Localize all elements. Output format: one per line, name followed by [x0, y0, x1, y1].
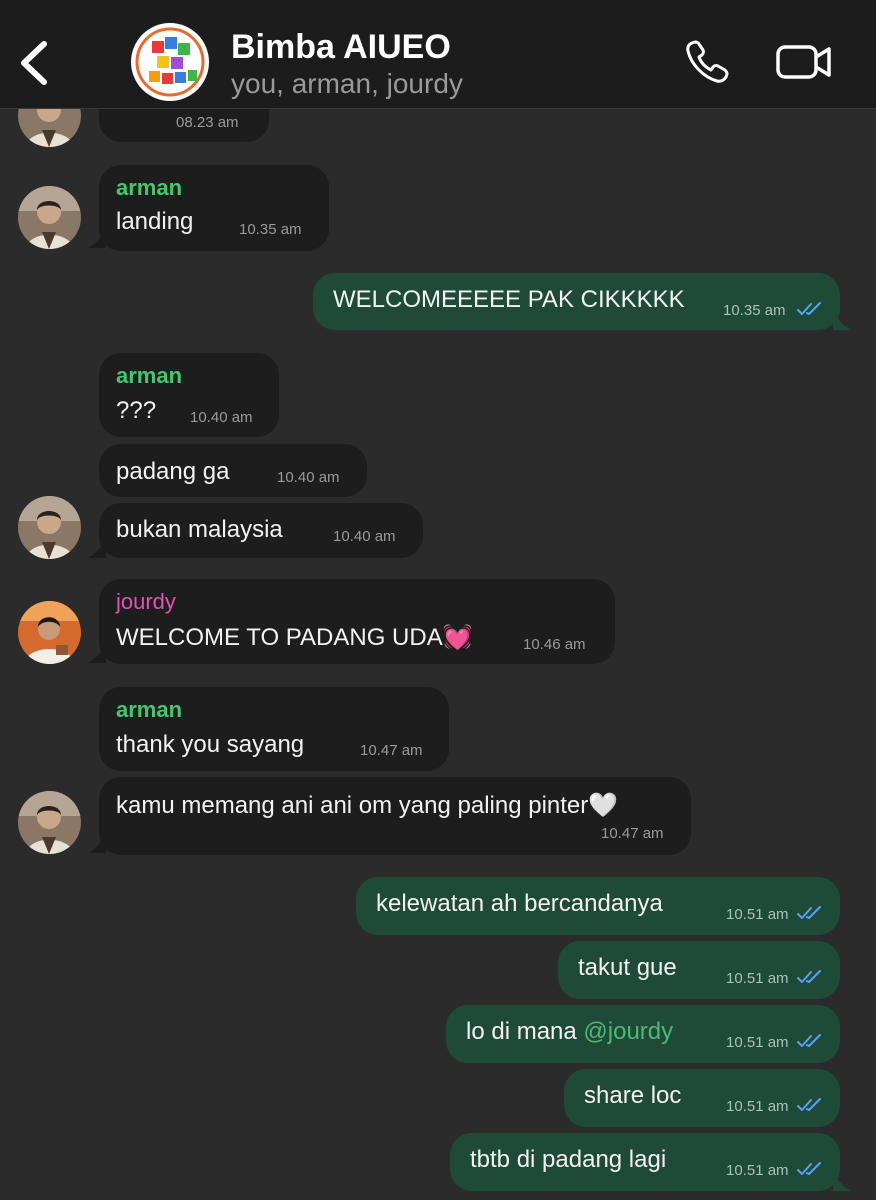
read-ticks-icon [797, 970, 821, 983]
read-ticks-icon [797, 1034, 821, 1047]
message-text: tbtb di padang lagi [470, 1146, 667, 1173]
mention-link[interactable]: @jourdy [583, 1018, 673, 1045]
message-bubble-13[interactable]: share loc 10.51 am [564, 1069, 840, 1127]
message-text: lo di mana @jourdy [466, 1018, 673, 1046]
message-bubble-14[interactable]: tbtb di padang lagi 10.51 am [450, 1133, 840, 1191]
message-bubble-3[interactable]: WELCOMEEEEE PAK CIKKKKK 10.35 am [313, 273, 840, 330]
avatar-arman[interactable] [18, 496, 81, 559]
message-text: padang ga [116, 458, 230, 485]
message-time: 10.51 am [726, 906, 789, 923]
chat-members[interactable]: you, arman, jourdy [231, 68, 463, 100]
message-bubble-11[interactable]: takut gue 10.51 am [558, 941, 840, 999]
message-time: 10.51 am [726, 1098, 789, 1115]
sender-name: arman [116, 175, 183, 200]
message-time: 10.46 am [523, 636, 586, 653]
avatar-arman[interactable] [18, 186, 81, 249]
message-text: share loc [584, 1082, 682, 1109]
message-time: 10.47 am [360, 742, 423, 759]
message-bubble-9[interactable]: kamu memang ani ani om yang paling pinte… [99, 777, 691, 855]
read-ticks-icon [797, 1162, 821, 1175]
message-text: takut gue [578, 954, 677, 981]
arman-avatar-icon [18, 496, 81, 559]
jourdy-avatar-icon [18, 601, 81, 664]
message-bubble-8[interactable]: arman thank you sayang 10.47 am [99, 687, 449, 771]
message-time: 08.23 am [176, 114, 239, 131]
message-text: WELCOMEEEEE PAK CIKKKKK [333, 286, 685, 313]
message-bubble-12[interactable]: lo di mana @jourdy 10.51 am [446, 1005, 840, 1063]
sender-name: arman [116, 363, 183, 388]
message-bubble-6[interactable]: bukan malaysia 10.40 am [99, 503, 423, 558]
message-bubble-5[interactable]: padang ga 10.40 am [99, 444, 367, 497]
message-time: 10.35 am [723, 302, 786, 319]
group-avatar[interactable] [131, 23, 209, 101]
message-time: 10.35 am [239, 221, 302, 238]
message-time: 10.51 am [726, 1034, 789, 1051]
message-text: ??? [116, 397, 157, 424]
chat-header: Bimba AIUEO you, arman, jourdy [0, 0, 876, 109]
message-time: 10.40 am [190, 409, 253, 426]
read-ticks-icon [797, 302, 821, 315]
message-time: 10.40 am [333, 528, 396, 545]
read-ticks-icon [797, 1098, 821, 1111]
message-text: kelewatan ah bercandanya [376, 890, 663, 917]
message-time: 10.47 am [601, 825, 664, 842]
group-logo-icon [132, 24, 208, 100]
message-text: kamu memang ani ani om yang paling pinte… [116, 792, 619, 819]
message-time: 10.51 am [726, 970, 789, 987]
message-bubble-4[interactable]: arman ??? 10.40 am [99, 353, 279, 437]
avatar-jourdy[interactable] [18, 601, 81, 664]
message-text: bukan malaysia [116, 516, 283, 543]
bubble-tail [833, 312, 851, 330]
read-ticks-icon [797, 906, 821, 919]
bubble-tail [833, 1173, 851, 1191]
message-bubble-7[interactable]: jourdy WELCOME TO PADANG UDA💓 10.46 am [99, 579, 615, 664]
sender-name: jourdy [116, 589, 176, 614]
message-bubble-2[interactable]: arman landing 10.35 am [99, 165, 329, 251]
phone-icon[interactable] [683, 38, 731, 86]
message-time: 10.40 am [277, 469, 340, 486]
message-text-body: lo di mana [466, 1018, 584, 1045]
message-text: WELCOME TO PADANG UDA💓 [116, 624, 473, 651]
sender-name: arman [116, 697, 183, 722]
arman-avatar-icon [18, 791, 81, 854]
message-bubble-10[interactable]: kelewatan ah bercandanya 10.51 am [356, 877, 840, 935]
message-text: thank you sayang [116, 731, 305, 758]
video-call-icon[interactable] [775, 40, 833, 84]
back-arrow-icon[interactable] [14, 36, 58, 90]
arman-avatar-icon [18, 186, 81, 249]
message-time: 10.51 am [726, 1162, 789, 1179]
message-text: landing [116, 208, 194, 235]
chat-title[interactable]: Bimba AIUEO [231, 28, 451, 67]
avatar-arman[interactable] [18, 791, 81, 854]
